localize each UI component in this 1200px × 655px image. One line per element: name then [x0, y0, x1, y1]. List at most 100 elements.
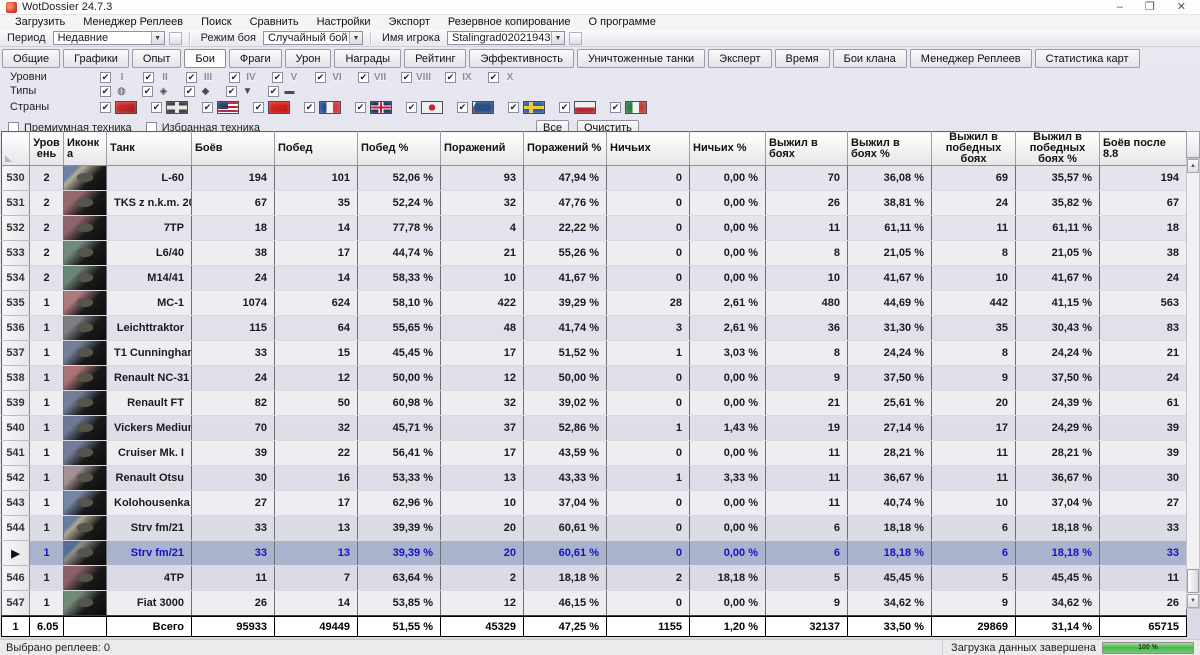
country-checkbox[interactable]: ✔: [304, 101, 315, 113]
survived-percent-cell[interactable]: 21,05 %: [847, 240, 932, 266]
tier-cell[interactable]: 1: [29, 540, 64, 566]
menu-item[interactable]: Сравнить: [241, 15, 308, 30]
defeats-cell[interactable]: 4: [440, 215, 524, 241]
draw-percent-cell[interactable]: 0,00 %: [689, 440, 766, 466]
country-checkbox[interactable]: ✔: [457, 101, 468, 113]
survived-victories-percent-cell[interactable]: 30,43 %: [1015, 315, 1100, 341]
win-percent-cell[interactable]: 55,65 %: [357, 315, 441, 341]
table-row[interactable]: 541 1 Cruiser Mk. I 39 22 56,41 % 17 43,59 % 0 0,…: [1, 440, 1187, 466]
survived-cell[interactable]: 8: [765, 240, 848, 266]
win-percent-cell[interactable]: 52,06 %: [357, 165, 441, 191]
table-row[interactable]: 536 1 Leichttraktor 115 64 55,65 % 48 41,74 % 3 2…: [1, 315, 1187, 341]
row-header-cell[interactable]: 534: [1, 265, 30, 291]
restore-button[interactable]: ❐: [1145, 1, 1155, 14]
level-filter[interactable]: ✔ IX: [445, 71, 474, 83]
defeats-cell[interactable]: 20: [440, 540, 524, 566]
level-filter[interactable]: ✔ VI: [315, 71, 344, 83]
win-percent-cell[interactable]: 63,64 %: [357, 565, 441, 591]
survived-victories-cell[interactable]: 11: [931, 440, 1016, 466]
defeat-percent-cell[interactable]: 41,74 %: [523, 315, 607, 341]
menu-item[interactable]: Поиск: [192, 15, 240, 30]
battles-cell[interactable]: 26: [191, 590, 275, 617]
level-checkbox[interactable]: ✔: [401, 71, 412, 83]
draw-percent-cell[interactable]: 0,00 %: [689, 165, 766, 191]
defeats-cell[interactable]: 32: [440, 390, 524, 416]
defeat-percent-cell[interactable]: 55,26 %: [523, 240, 607, 266]
defeat-percent-cell[interactable]: 47,76 %: [523, 190, 607, 216]
country-filter[interactable]: ✔: [151, 100, 188, 114]
player-extra-button[interactable]: [568, 31, 582, 45]
survived-cell[interactable]: 5: [765, 565, 848, 591]
battles-cell[interactable]: 115: [191, 315, 275, 341]
defeat-percent-cell[interactable]: 18,18 %: [523, 565, 607, 591]
survived-cell[interactable]: 11: [765, 490, 848, 516]
wins-cell[interactable]: 14: [274, 590, 358, 617]
country-checkbox[interactable]: ✔: [151, 101, 162, 113]
country-filter[interactable]: ✔: [253, 100, 290, 114]
tank-icon-cell[interactable]: [63, 240, 107, 266]
level-filter[interactable]: ✔ VII: [358, 71, 387, 83]
defeat-percent-cell[interactable]: 39,02 %: [523, 390, 607, 416]
survived-victories-cell[interactable]: 35: [931, 315, 1016, 341]
defeat-percent-cell[interactable]: 41,67 %: [523, 265, 607, 291]
tank-icon-cell[interactable]: [63, 340, 107, 366]
survived-victories-percent-cell[interactable]: 45,45 %: [1015, 565, 1100, 591]
survived-victories-percent-cell[interactable]: 24,39 %: [1015, 390, 1100, 416]
defeats-cell[interactable]: 17: [440, 440, 524, 466]
defeats-cell[interactable]: 12: [440, 365, 524, 391]
tank-icon-cell[interactable]: [63, 315, 107, 341]
row-header-cell[interactable]: 541: [1, 440, 30, 466]
menu-item[interactable]: Загрузить: [6, 15, 74, 30]
draws-cell[interactable]: 0: [606, 590, 690, 617]
level-filter[interactable]: ✔ V: [272, 71, 301, 83]
battles-after-88-cell[interactable]: 33: [1099, 540, 1187, 566]
tank-type-filter[interactable]: ✔ ◍: [100, 85, 128, 97]
defeats-cell[interactable]: 37: [440, 415, 524, 441]
tab[interactable]: Время: [774, 49, 830, 68]
table-row[interactable]: 538 1 Renault NC-31 24 12 50,00 % 12 50,00 % 0 0,…: [1, 365, 1187, 391]
tank-icon-cell[interactable]: [63, 215, 107, 241]
tank-name-cell[interactable]: Leichttraktor: [106, 315, 192, 341]
win-percent-cell[interactable]: 39,39 %: [357, 515, 441, 541]
country-filter[interactable]: ✔: [100, 100, 137, 114]
menu-item[interactable]: О программе: [580, 15, 665, 30]
tab[interactable]: Эксперт: [708, 49, 772, 68]
battles-cell[interactable]: 24: [191, 265, 275, 291]
battles-cell[interactable]: 33: [191, 515, 275, 541]
draws-cell[interactable]: 0: [606, 190, 690, 216]
column-header-draw-percent[interactable]: Ничьих %: [689, 131, 766, 166]
tank-name-cell[interactable]: Strv fm/21: [106, 515, 192, 541]
survived-cell[interactable]: 10: [765, 265, 848, 291]
survived-victories-cell[interactable]: 9: [931, 365, 1016, 391]
survived-percent-cell[interactable]: 24,24 %: [847, 340, 932, 366]
survived-victories-percent-cell[interactable]: 34,62 %: [1015, 590, 1100, 617]
tank-icon-cell[interactable]: [63, 490, 107, 516]
survived-victories-cell[interactable]: 8: [931, 240, 1016, 266]
survived-victories-percent-cell[interactable]: 18,18 %: [1015, 540, 1100, 566]
tank-name-cell[interactable]: Cruiser Mk. I: [106, 440, 192, 466]
level-filter[interactable]: ✔ VIII: [401, 71, 431, 83]
wins-cell[interactable]: 17: [274, 240, 358, 266]
survived-percent-cell[interactable]: 36,67 %: [847, 465, 932, 491]
draws-cell[interactable]: 0: [606, 490, 690, 516]
battles-after-88-cell[interactable]: 26: [1099, 590, 1187, 617]
defeat-percent-cell[interactable]: 52,86 %: [523, 415, 607, 441]
defeats-cell[interactable]: 10: [440, 265, 524, 291]
tab[interactable]: Графики: [63, 49, 129, 68]
survived-victories-cell[interactable]: 24: [931, 190, 1016, 216]
row-header-cell[interactable]: 543: [1, 490, 30, 516]
country-filter[interactable]: ✔: [610, 100, 647, 114]
defeats-cell[interactable]: 13: [440, 465, 524, 491]
country-filter[interactable]: ✔: [508, 100, 545, 114]
defeats-cell[interactable]: 10: [440, 490, 524, 516]
draws-cell[interactable]: 0: [606, 265, 690, 291]
survived-percent-cell[interactable]: 37,50 %: [847, 365, 932, 391]
level-checkbox[interactable]: ✔: [229, 71, 240, 83]
country-filter[interactable]: ✔: [406, 100, 443, 114]
tier-cell[interactable]: 1: [29, 315, 64, 341]
defeat-percent-cell[interactable]: 46,15 %: [523, 590, 607, 617]
row-header-cell[interactable]: 530: [1, 165, 30, 191]
tank-name-cell[interactable]: T1 Cunningham: [106, 340, 192, 366]
column-header-defeat-percent[interactable]: Поражений %: [523, 131, 607, 166]
survived-victories-cell[interactable]: 69: [931, 165, 1016, 191]
